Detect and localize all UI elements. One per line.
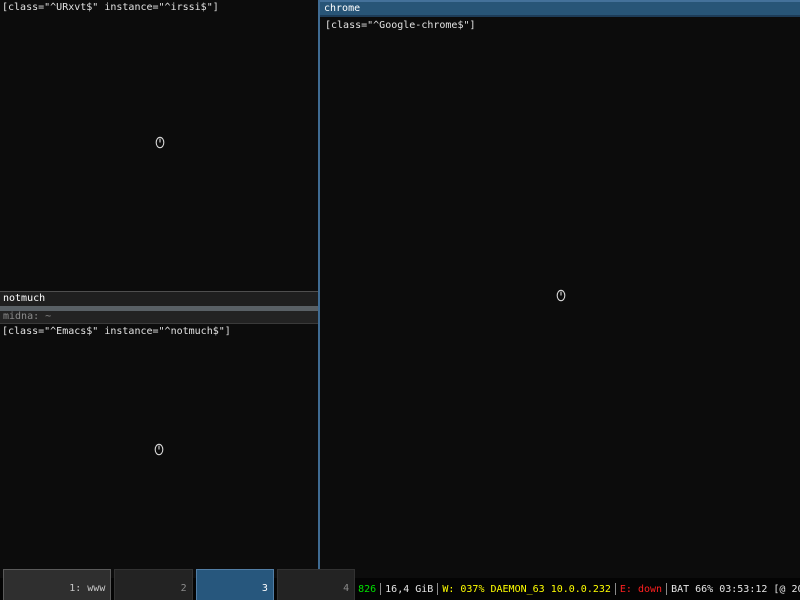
status-text: E: down (620, 584, 662, 595)
separator (615, 583, 616, 595)
clock-icon (154, 443, 164, 456)
clock-icon (155, 136, 165, 149)
workspace-list: 1: www 2 3 4 (3, 569, 358, 600)
swallow-criteria-text: [class="^Emacs$" instance="^notmuch$"] (0, 324, 318, 339)
workspace-label: 1: www (69, 583, 105, 594)
workspace-button[interactable]: 1: www (3, 569, 111, 600)
swallow-criteria-text: [class="^URxvt$" instance="^irssi$"] (0, 0, 318, 15)
status-segment: E: down (611, 583, 662, 595)
status-segment: 826 (358, 584, 376, 595)
titlebar-chrome[interactable]: chrome (320, 0, 800, 17)
workspace-label: 3 (262, 583, 268, 594)
status-segment: W: 037% DAEMON_63 10.0.0.232 (433, 583, 611, 595)
i3bar: 1: www 2 3 4 826 (0, 578, 800, 600)
status-text: W: 037% DAEMON_63 10.0.0.232 (442, 584, 611, 595)
workspace-button[interactable]: 4 (277, 569, 355, 600)
titlebar-notmuch[interactable]: notmuch (0, 291, 318, 306)
separator (437, 583, 438, 595)
workspace-button[interactable]: 3 (196, 569, 274, 600)
status-segment: 16,4 GiB (376, 583, 433, 595)
i3-desktop: [class="^URxvt$" instance="^irssi$"] not… (0, 0, 800, 600)
workspace-button[interactable]: 2 (114, 569, 192, 600)
titlebar-terminal[interactable]: midna: ~ (0, 311, 318, 324)
workspace-label: 4 (343, 583, 349, 594)
statusline: 826 16,4 GiB W: 037% DAEMON_63 10.0.0.23… (358, 583, 800, 595)
status-segment: BAT 66% 03:53:12 [@ 20:19:11] 14,23W (662, 583, 800, 595)
status-text: BAT 66% 03:53:12 [@ 20:19:11] 14,23W (671, 584, 800, 595)
separator (380, 583, 381, 595)
status-text: 826 (358, 584, 376, 595)
swallow-criteria-text: [class="^Google-chrome$"] (320, 17, 800, 34)
clock-icon (556, 289, 566, 302)
status-text: 16,4 GiB (385, 584, 433, 595)
separator (666, 583, 667, 595)
workspace-label: 2 (181, 583, 187, 594)
